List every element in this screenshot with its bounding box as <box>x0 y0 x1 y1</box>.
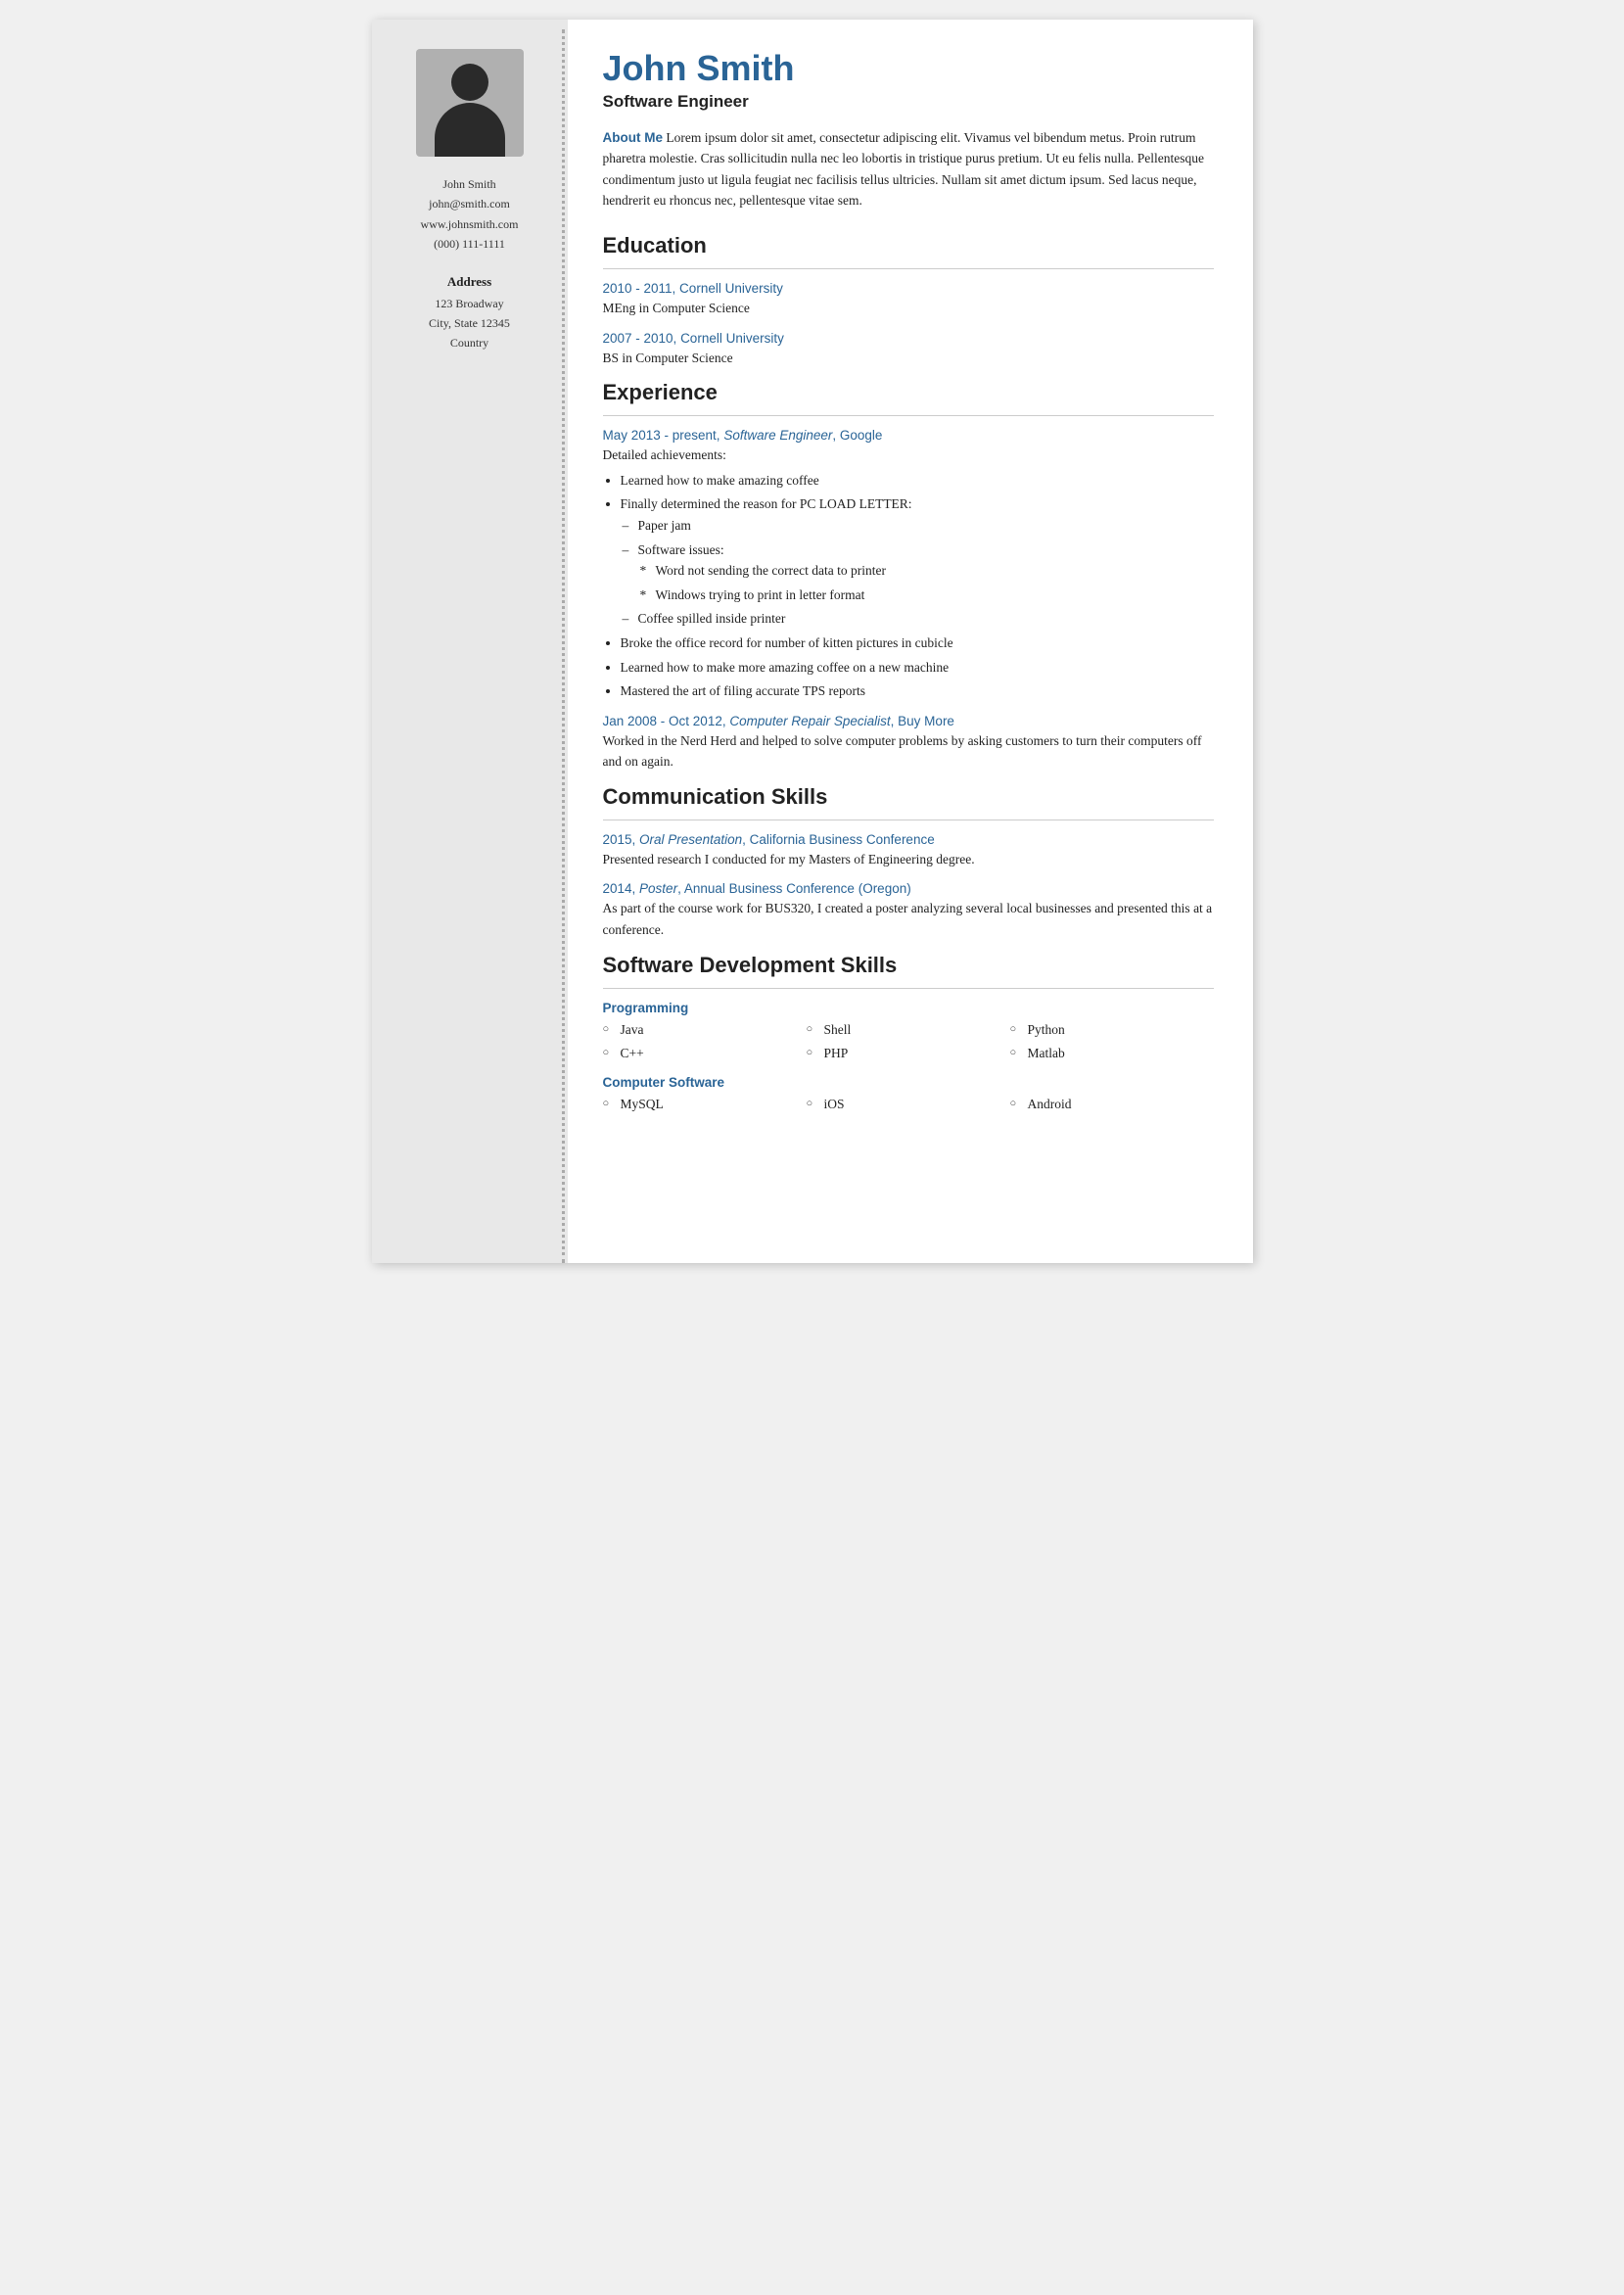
sidebar-divider <box>562 20 568 1263</box>
comm-entry-2-title: 2014, Poster, Annual Business Conference… <box>603 881 1214 896</box>
skill-shell: Shell <box>807 1019 1010 1041</box>
programming-col-1: Java C++ <box>603 1019 807 1067</box>
education-divider <box>603 268 1214 269</box>
edu-entry-2-title: 2007 - 2010, Cornell University <box>603 331 1214 346</box>
exp-entry-2-title: Jan 2008 - Oct 2012, Computer Repair Spe… <box>603 714 1214 728</box>
about-me-block: About Me Lorem ipsum dolor sit amet, con… <box>603 127 1214 211</box>
experience-divider <box>603 415 1214 416</box>
skills-cat-programming: Programming <box>603 1001 1214 1015</box>
comm-entry-1-title: 2015, Oral Presentation, California Busi… <box>603 832 1214 847</box>
avatar-body <box>435 103 505 157</box>
edu-entry-1-title: 2010 - 2011, Cornell University <box>603 281 1214 296</box>
avatar <box>416 49 524 157</box>
sub-list-1: Paper jam Software issues: Word not send… <box>638 515 1214 630</box>
sidebar-phone: (000) 111-1111 <box>421 234 519 254</box>
main-content: John Smith Software Engineer About Me Lo… <box>568 20 1253 1263</box>
exp-entry-2-body: Worked in the Nerd Herd and helped to so… <box>603 730 1214 773</box>
exp-entry-1-body: Detailed achievements: Learned how to ma… <box>603 445 1214 702</box>
comm-entry-2-body: As part of the course work for BUS320, I… <box>603 898 1214 940</box>
skill-android: Android <box>1010 1094 1214 1115</box>
education-heading: Education <box>603 233 1214 258</box>
skill-matlab: Matlab <box>1010 1043 1214 1064</box>
sub-software-issues: Software issues: Word not sending the co… <box>638 539 1214 606</box>
sub-paper-jam: Paper jam <box>638 515 1214 537</box>
edu-entry-1-degree: MEng in Computer Science <box>603 298 1214 319</box>
programming-col-2: Shell PHP <box>807 1019 1010 1067</box>
skill-php: PHP <box>807 1043 1010 1064</box>
skill-cpp: C++ <box>603 1043 807 1064</box>
address-line2: City, State 12345 <box>429 313 510 333</box>
comm-entry-1-body: Presented research I conducted for my Ma… <box>603 849 1214 870</box>
programming-skills-columns: Java C++ Shell PHP Python Matlab <box>603 1019 1214 1067</box>
subsub-windows: Windows trying to print in letter format <box>656 585 1214 606</box>
bullet-coffee: Learned how to make amazing coffee <box>621 470 1214 492</box>
address-line3: Country <box>429 333 510 352</box>
skill-mysql: MySQL <box>603 1094 807 1115</box>
experience-heading: Experience <box>603 380 1214 405</box>
sidebar-contact: John Smith john@smith.com www.johnsmith.… <box>421 174 519 255</box>
subsub-word: Word not sending the correct data to pri… <box>656 560 1214 582</box>
bullet-tps: Mastered the art of filing accurate TPS … <box>621 680 1214 702</box>
about-me-label: About Me <box>603 130 664 145</box>
programming-col-3: Python Matlab <box>1010 1019 1214 1067</box>
sidebar: John Smith john@smith.com www.johnsmith.… <box>372 20 568 1263</box>
bullet-more-coffee: Learned how to make more amazing coffee … <box>621 657 1214 679</box>
sidebar-name: John Smith <box>421 174 519 194</box>
skill-java: Java <box>603 1019 807 1041</box>
sub-sub-list-1: Word not sending the correct data to pri… <box>656 560 1214 605</box>
skills-heading: Software Development Skills <box>603 953 1214 978</box>
edu-entry-2-degree: BS in Computer Science <box>603 348 1214 369</box>
exp-entry-1-title: May 2013 - present, Software Engineer, G… <box>603 428 1214 443</box>
software-skills-columns: MySQL iOS Android <box>603 1094 1214 1118</box>
resume-name: John Smith <box>603 49 1214 88</box>
software-col-2: iOS <box>807 1094 1010 1118</box>
resume-job-title: Software Engineer <box>603 92 1214 112</box>
skills-divider <box>603 988 1214 989</box>
address-label: Address <box>447 274 491 290</box>
about-me-text: Lorem ipsum dolor sit amet, consectetur … <box>603 130 1205 209</box>
sub-coffee-spilled: Coffee spilled inside printer <box>638 608 1214 630</box>
sidebar-address: 123 Broadway City, State 12345 Country <box>429 294 510 353</box>
skill-ios: iOS <box>807 1094 1010 1115</box>
avatar-figure <box>435 64 505 157</box>
bullet-kitten: Broke the office record for number of ki… <box>621 632 1214 654</box>
resume-page: John Smith john@smith.com www.johnsmith.… <box>372 20 1253 1263</box>
sidebar-website: www.johnsmith.com <box>421 214 519 234</box>
software-col-3: Android <box>1010 1094 1214 1118</box>
sidebar-email: john@smith.com <box>421 194 519 213</box>
communication-heading: Communication Skills <box>603 784 1214 810</box>
bullet-pcload: Finally determined the reason for PC LOA… <box>621 493 1214 630</box>
avatar-head <box>451 64 488 101</box>
skill-python: Python <box>1010 1019 1214 1041</box>
skills-cat-software: Computer Software <box>603 1075 1214 1090</box>
software-col-1: MySQL <box>603 1094 807 1118</box>
exp-entry-1-bullets: Learned how to make amazing coffee Final… <box>621 470 1214 702</box>
address-line1: 123 Broadway <box>429 294 510 313</box>
